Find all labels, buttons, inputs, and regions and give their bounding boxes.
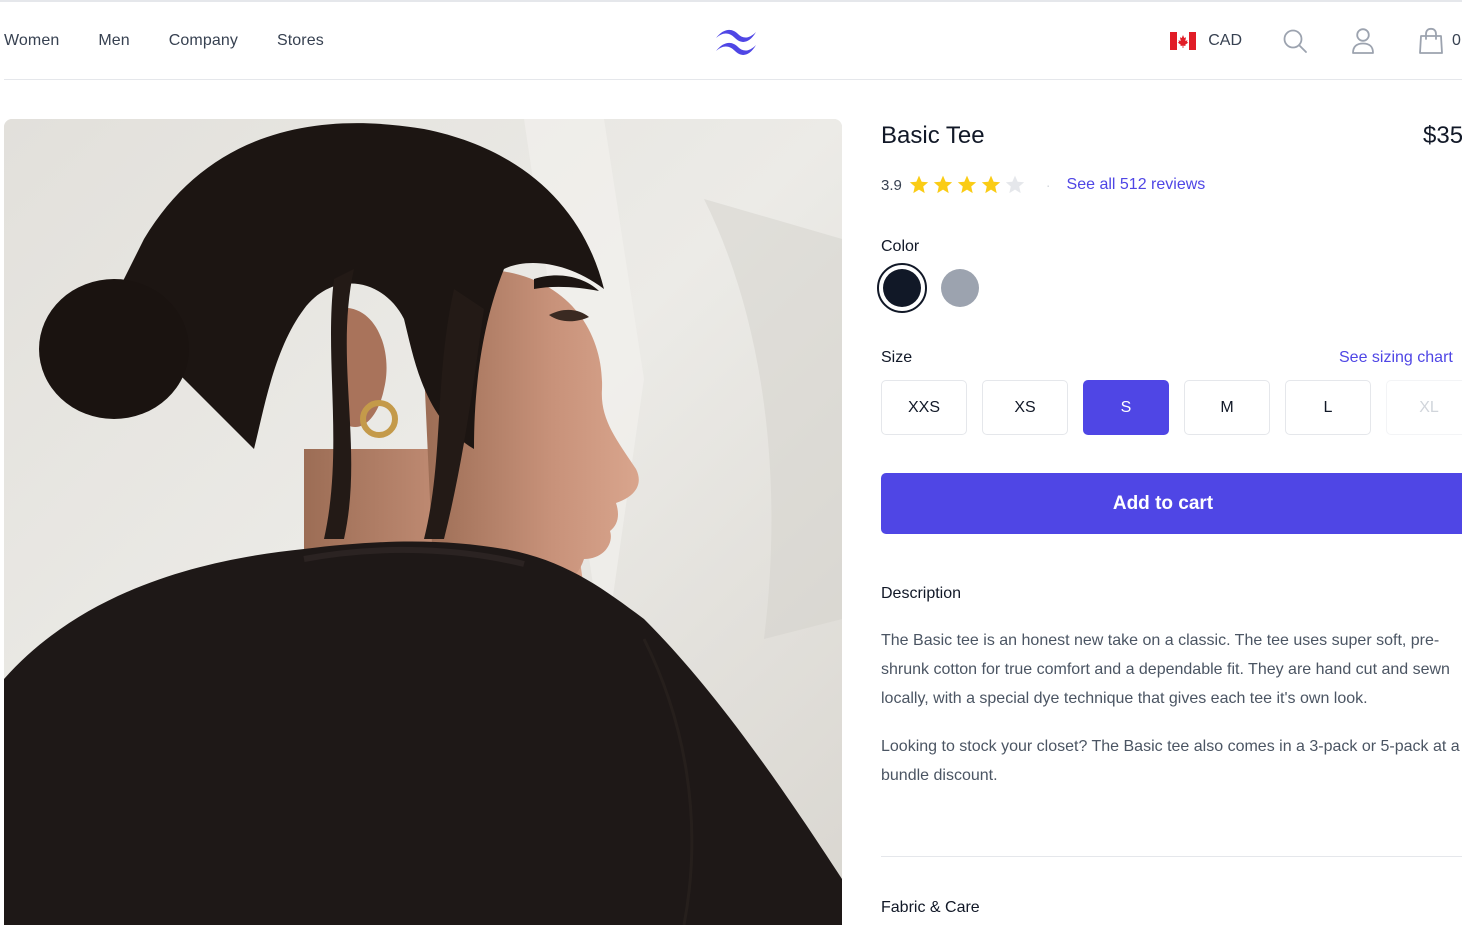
size-option-m[interactable]: M	[1184, 380, 1270, 435]
size-label: Size	[881, 349, 913, 366]
description-heading: Description	[881, 585, 962, 602]
star-filled-icon	[909, 175, 929, 194]
header-tools: CAD 0	[1170, 2, 1462, 80]
canada-flag-icon	[1170, 32, 1197, 50]
star-filled-icon	[981, 175, 1001, 194]
color-options	[877, 263, 985, 313]
size-option-xl: XL	[1386, 380, 1462, 435]
account-button[interactable]	[1350, 27, 1376, 55]
add-to-cart-button[interactable]: Add to cart	[881, 473, 1462, 534]
star-rating	[908, 174, 1026, 196]
size-option-xxs[interactable]: XXS	[881, 380, 967, 435]
search-button[interactable]	[1282, 27, 1308, 55]
currency-code: CAD	[1208, 32, 1242, 49]
size-option-l[interactable]: L	[1285, 380, 1371, 435]
add-to-cart-label: Add to cart	[1112, 492, 1214, 514]
user-icon	[1352, 28, 1374, 54]
star-empty-icon	[1005, 175, 1025, 194]
fabric-care-heading: Fabric & Care	[881, 899, 980, 916]
section-divider	[881, 856, 1462, 857]
color-label: Color	[881, 238, 920, 255]
shopping-bag-icon	[1419, 27, 1443, 54]
size-option-s[interactable]: S	[1083, 380, 1169, 435]
color-swatch	[941, 269, 979, 307]
search-icon	[1283, 29, 1307, 53]
description-paragraph-2: Looking to stock your closet? The Basic …	[881, 738, 1460, 784]
product-price: $35	[1423, 122, 1462, 149]
cart-button[interactable]: 0	[1418, 27, 1462, 55]
nav-link-men[interactable]: Men	[98, 32, 129, 50]
size-options: XXS XS S M L XL	[881, 380, 1462, 435]
color-option-heather-grey[interactable]	[935, 263, 985, 313]
description-paragraph-1: The Basic tee is an honest new take on a…	[881, 632, 1450, 707]
separator-dot: ·	[1045, 177, 1051, 193]
product-image	[4, 119, 842, 925]
nav-link-company[interactable]: Company	[169, 32, 238, 50]
color-swatch	[883, 269, 921, 307]
star-filled-icon	[957, 175, 977, 194]
color-option-black[interactable]	[877, 263, 927, 313]
see-all-reviews-link[interactable]: See all 512 reviews	[1067, 176, 1206, 194]
nav-link-stores[interactable]: Stores	[277, 32, 324, 50]
site-header: Women Men Company Stores CAD 0	[4, 2, 1462, 80]
product-title: Basic Tee	[881, 122, 985, 149]
logo-waves-icon	[716, 29, 756, 55]
brand-logo[interactable]	[712, 24, 760, 58]
rating-value: 3.9	[881, 176, 902, 194]
rating-row: 3.9 · See all 512 reviews	[881, 174, 1205, 196]
size-option-xs[interactable]: XS	[982, 380, 1068, 435]
main-nav: Women Men Company Stores	[4, 2, 363, 80]
currency-selector[interactable]: CAD	[1170, 32, 1242, 50]
nav-link-women[interactable]: Women	[4, 32, 59, 50]
cart-count: 0	[1452, 32, 1461, 49]
model-photo-illustration	[4, 119, 842, 925]
sizing-chart-link[interactable]: See sizing chart	[1339, 349, 1453, 367]
star-filled-icon	[933, 175, 953, 194]
description-body: The Basic tee is an honest new take on a…	[881, 626, 1462, 790]
